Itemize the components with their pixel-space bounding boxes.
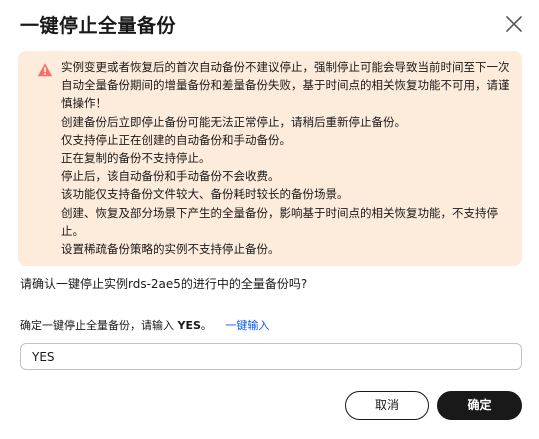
warning-panel: 实例变更或者恢复后的首次自动备份不建议停止，强制停止可能会导致当前时间至下一次自… (18, 51, 522, 266)
stop-backup-dialog: 一键停止全量备份 实例变更或者恢复后的首次自动备份不建议停止，强制停止可能会导致… (0, 0, 539, 439)
instruction-suffix: 。 (200, 319, 212, 332)
warning-line: 实例变更或者恢复后的首次自动备份不建议停止，强制停止可能会导致当前时间至下一次自… (61, 60, 510, 111)
confirm-question: 请确认一键停止实例rds-2ae5的进行中的全量备份吗? (20, 277, 308, 291)
close-icon[interactable] (502, 12, 526, 36)
confirm-keyword: YES (177, 319, 201, 332)
warning-triangle-icon (37, 62, 53, 78)
warning-line: 设置稀疏备份策略的实例不支持停止备份。 (61, 242, 280, 257)
warning-line: 该功能仅支持备份文件较大、备份耗时较长的备份场景。 (61, 187, 349, 202)
cancel-button[interactable]: 取消 (345, 391, 429, 420)
warning-line: 停止后，该自动备份和手动备份不会收费。 (61, 169, 280, 184)
warning-line: 仅支持停止正在创建的自动备份和手动备份。 (61, 132, 291, 147)
warning-line: 正在复制的备份不支持停止。 (61, 151, 211, 166)
instruction-prefix: 确定一键停止全量备份，请输入 (20, 319, 174, 332)
warning-line: 创建备份后立即停止备份可能无法正常停止，请稍后重新停止备份。 (61, 114, 406, 129)
warning-text: 实例变更或者恢复后的首次自动备份不建议停止，强制停止可能会导致当前时间至下一次自… (61, 58, 513, 258)
quick-input-link[interactable]: 一键输入 (225, 319, 269, 332)
confirm-input[interactable] (20, 343, 522, 370)
warning-line: 创建、恢复及部分场景下产生的全量备份，影响基于时间点的相关恢复功能，不支持停止。 (61, 205, 498, 238)
ok-button[interactable]: 确定 (437, 391, 522, 420)
input-instruction: 确定一键停止全量备份，请输入 YES。 一键输入 (20, 316, 269, 336)
dialog-title: 一键停止全量备份 (20, 15, 177, 37)
